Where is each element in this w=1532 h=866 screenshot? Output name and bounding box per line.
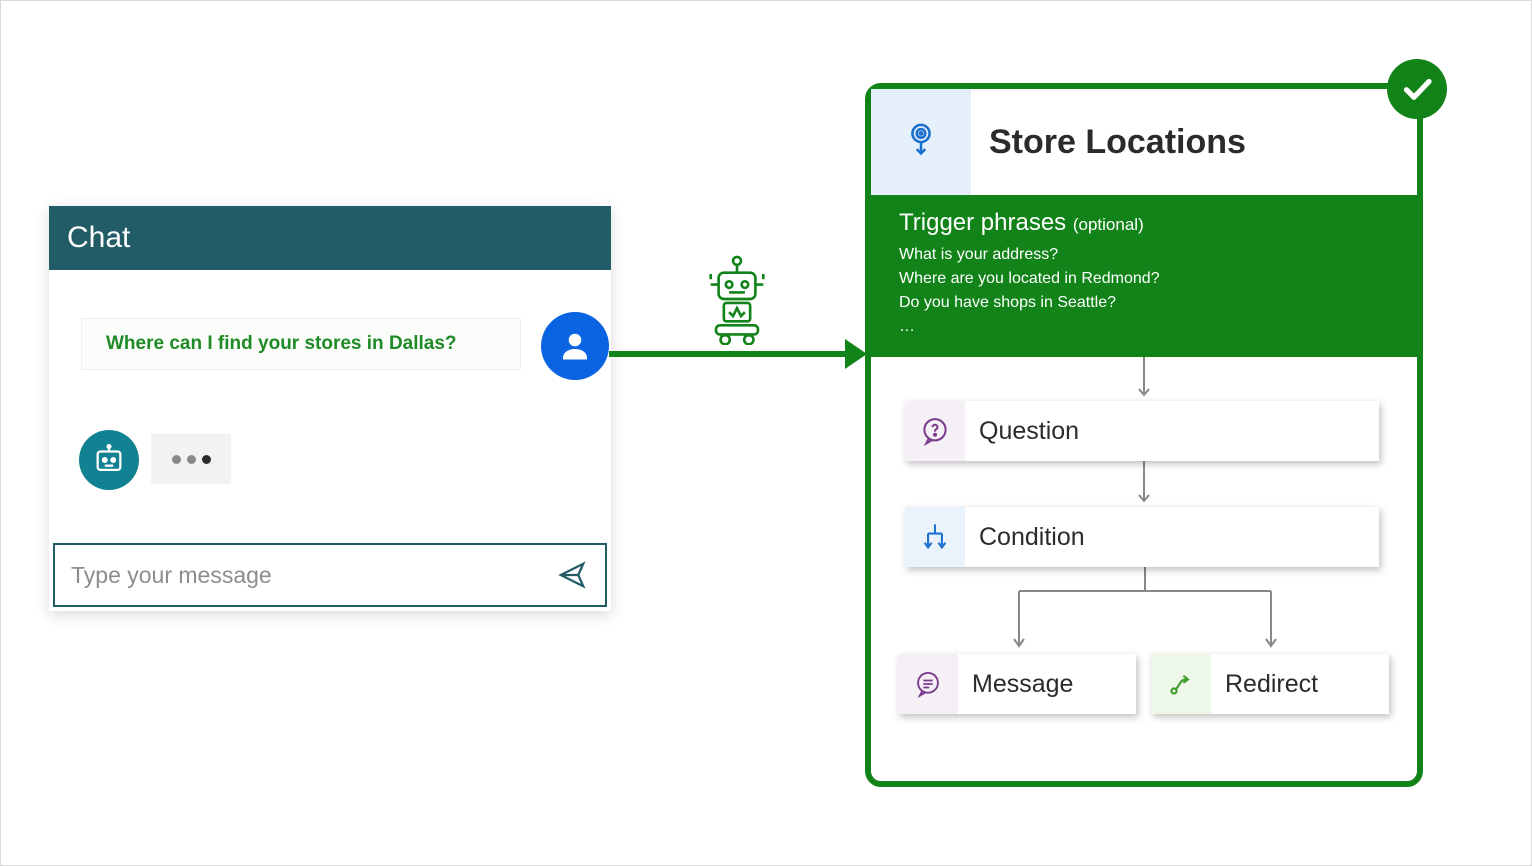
node-redirect[interactable]: Redirect	[1151, 654, 1389, 714]
trigger-phrase: …	[899, 315, 1389, 339]
redirect-iconbox	[1151, 654, 1211, 714]
trigger-phrases-title-text: Trigger phrases	[899, 209, 1073, 236]
node-message-label: Message	[958, 670, 1073, 699]
trigger-icon	[903, 122, 939, 162]
topic-panel: Store Locations Trigger phrases (optiona…	[865, 83, 1423, 787]
topic-title: Store Locations	[971, 123, 1246, 162]
flow-connector-top	[1129, 357, 1159, 401]
check-icon	[1399, 71, 1435, 107]
bot-avatar	[79, 430, 139, 490]
node-question[interactable]: Question	[905, 401, 1379, 461]
condition-iconbox	[905, 507, 965, 567]
chat-header: Chat	[49, 206, 611, 270]
message-bubble-icon	[914, 670, 942, 698]
trigger-phrase-list: What is your address? Where are you loca…	[899, 243, 1389, 339]
trigger-phrase: Do you have shops in Seattle?	[899, 291, 1389, 315]
node-condition-label: Condition	[965, 523, 1085, 552]
flow-connector-branch	[987, 567, 1303, 657]
node-condition[interactable]: Condition	[905, 507, 1379, 567]
robot-icon	[697, 253, 777, 345]
user-message-text: Where can I find your stores in Dallas?	[106, 333, 457, 355]
question-bubble-icon	[920, 416, 950, 446]
chat-panel: Chat Where can I find your stores in Dal…	[49, 206, 611, 611]
trigger-phrase: Where are you located in Redmond?	[899, 267, 1389, 291]
topic-flow-area: Question Condition Message	[871, 357, 1417, 779]
flow-connector-mid	[1129, 461, 1159, 507]
node-redirect-label: Redirect	[1211, 670, 1318, 699]
branch-icon	[921, 522, 949, 552]
person-icon	[557, 328, 593, 364]
node-question-label: Question	[965, 417, 1079, 446]
trigger-phrase: What is your address?	[899, 243, 1389, 267]
chat-body: Where can I find your stores in Dallas?	[49, 270, 611, 540]
trigger-optional-label: (optional)	[1073, 215, 1144, 234]
typing-indicator	[151, 434, 231, 484]
success-check-badge	[1387, 59, 1447, 119]
send-icon[interactable]	[555, 560, 589, 590]
flow-arrow-line	[609, 351, 857, 357]
flow-arrow-head	[845, 339, 867, 369]
question-iconbox	[905, 401, 965, 461]
chat-message-input[interactable]	[71, 562, 555, 589]
user-message-bubble: Where can I find your stores in Dallas?	[81, 318, 521, 370]
trigger-phrases-title: Trigger phrases (optional)	[899, 209, 1389, 237]
trigger-phrases-section: Trigger phrases (optional) What is your …	[871, 195, 1417, 357]
topic-trigger-iconbox	[871, 89, 971, 195]
chat-title: Chat	[67, 221, 130, 255]
node-message[interactable]: Message	[898, 654, 1136, 714]
chat-input-row	[53, 543, 607, 607]
redirect-icon	[1167, 670, 1195, 698]
bot-icon	[92, 443, 126, 477]
message-iconbox	[898, 654, 958, 714]
topic-header: Store Locations	[871, 89, 1417, 195]
user-avatar	[541, 312, 609, 380]
